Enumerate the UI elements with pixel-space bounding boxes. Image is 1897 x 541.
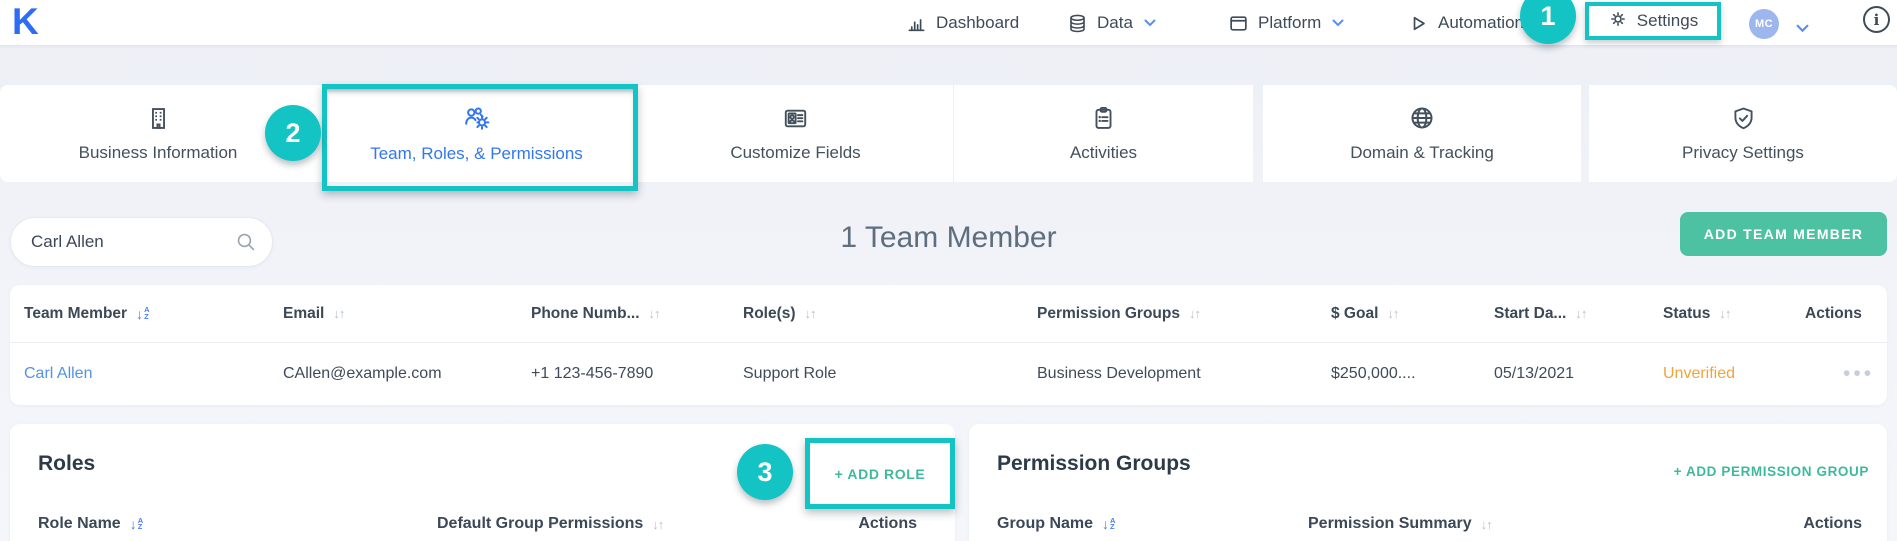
- tab-label: Privacy Settings: [1682, 142, 1804, 162]
- database-icon: [1067, 13, 1088, 34]
- nav-item-label: Platform: [1258, 13, 1322, 32]
- permission-groups-title: Permission Groups: [997, 452, 1191, 475]
- app-logo[interactable]: K: [12, 1, 39, 43]
- info-icon[interactable]: i: [1863, 6, 1890, 33]
- sort-icon: ↓ ↑: [1188, 306, 1201, 321]
- team-member-name-link[interactable]: Carl Allen: [24, 365, 92, 382]
- roles-header-row: Role Name ↓ A Z Default Group Permissions …: [10, 504, 955, 541]
- tab-label: Team, Roles, & Permissions: [370, 143, 583, 163]
- sort-icon: ↓ ↑: [1575, 306, 1588, 321]
- sort-icon: ↓ ↑: [1480, 516, 1493, 532]
- team-members-table: Team Member ↓ A Z Email ↓ ↑ Phone Numb... ↓…: [10, 285, 1887, 405]
- cell-permission-groups: Business Development: [1037, 365, 1201, 382]
- tab-team-roles-permissions[interactable]: Team, Roles, & Permissions: [316, 85, 637, 182]
- tab-label: Domain & Tracking: [1350, 143, 1494, 162]
- sort-az-icon: ↓ A Z: [136, 305, 150, 322]
- sort-icon: ↓ ↑: [648, 306, 661, 321]
- nav-item-automations[interactable]: Automations: [1408, 0, 1533, 46]
- chevron-down-icon: [1144, 19, 1156, 27]
- column-header-email[interactable]: Email ↓ ↑: [283, 305, 531, 323]
- clipboard-icon: [1090, 105, 1117, 132]
- roles-title: Roles: [38, 452, 96, 475]
- column-header-phone[interactable]: Phone Numb... ↓ ↑: [531, 305, 743, 323]
- id-card-icon: [782, 105, 809, 132]
- column-header-actions: Actions: [1803, 515, 1862, 532]
- annotation-box-3: + ADD ROLE: [805, 438, 955, 509]
- avatar[interactable]: MC: [1749, 9, 1779, 39]
- permission-groups-header-row: Group Name ↓ A Z Permission Summary ↓ ↑ Act…: [969, 504, 1887, 541]
- sort-icon: ↓ ↑: [333, 306, 346, 321]
- nav-item-label: Data: [1097, 13, 1133, 32]
- add-permission-group-button[interactable]: + ADD PERMISSION GROUP: [1674, 464, 1869, 479]
- column-header-team-member[interactable]: Team Member ↓ A Z: [10, 305, 283, 323]
- sort-icon: ↓ ↑: [652, 516, 665, 532]
- column-header-actions: Actions: [1805, 304, 1862, 322]
- column-header-goal[interactable]: $ Goal ↓ ↑: [1331, 305, 1494, 323]
- nav-item-dashboard[interactable]: Dashboard: [906, 0, 1019, 46]
- tab-privacy-settings[interactable]: Privacy Settings: [1589, 85, 1897, 182]
- tab-domain-tracking[interactable]: Domain & Tracking: [1263, 85, 1581, 182]
- window-icon: [1228, 13, 1249, 34]
- column-header-default-group-permissions[interactable]: Default Group Permissions ↓ ↑: [437, 515, 855, 533]
- column-header-role-name[interactable]: Role Name ↓ A Z: [38, 515, 437, 533]
- column-header-actions: Actions: [858, 515, 917, 532]
- shield-check-icon: [1730, 105, 1757, 132]
- sort-icon: ↓ ↑: [804, 306, 817, 321]
- cell-start-date: 05/13/2021: [1494, 365, 1575, 382]
- tab-activities[interactable]: Activities: [953, 85, 1253, 182]
- column-header-permission-groups[interactable]: Permission Groups ↓ ↑: [1037, 305, 1331, 323]
- chevron-down-icon: [1332, 19, 1344, 27]
- table-header-row: Team Member ↓ A Z Email ↓ ↑ Phone Numb... ↓…: [10, 285, 1887, 343]
- gear-icon: [1608, 9, 1628, 34]
- sort-icon: ↓ ↑: [1719, 306, 1732, 321]
- globe-icon: [1408, 104, 1436, 132]
- sort-az-icon: ↓ A Z: [129, 515, 144, 532]
- nav-item-label: Automations: [1438, 13, 1533, 32]
- nav-item-settings[interactable]: Settings: [1585, 2, 1721, 40]
- annotation-badge-2: 2: [265, 105, 321, 161]
- sort-icon: ↓ ↑: [1387, 306, 1400, 321]
- annotation-badge-3: 3: [737, 444, 793, 500]
- permission-groups-section: Permission Groups + ADD PERMISSION GROUP…: [969, 424, 1887, 541]
- nav-item-label: Dashboard: [936, 13, 1020, 32]
- cell-roles: Support Role: [743, 365, 837, 382]
- tab-label: Activities: [1069, 142, 1138, 162]
- chevron-down-icon[interactable]: [1796, 20, 1809, 38]
- nav-item-data[interactable]: Data: [1067, 0, 1156, 46]
- table-row: Carl Allen CAllen@example.com +1 123-456…: [10, 343, 1887, 405]
- nav-item-platform[interactable]: Platform: [1228, 0, 1344, 46]
- bar-chart-icon: [906, 13, 927, 34]
- column-header-permission-summary[interactable]: Permission Summary ↓ ↑: [1308, 515, 1738, 533]
- sort-az-icon: ↓ A Z: [1102, 515, 1116, 532]
- column-header-roles[interactable]: Role(s) ↓ ↑: [743, 305, 1037, 323]
- building-icon: [145, 105, 172, 132]
- row-actions-menu-icon[interactable]: •••: [1805, 362, 1887, 386]
- column-header-status[interactable]: Status ↓ ↑: [1663, 305, 1805, 323]
- team-gear-icon: [462, 104, 491, 133]
- cell-email: CAllen@example.com: [283, 365, 442, 382]
- cell-phone: +1 123-456-7890: [531, 365, 654, 382]
- status-badge: Unverified: [1663, 365, 1736, 382]
- tab-label: Customize Fields: [730, 142, 861, 162]
- add-role-button[interactable]: + ADD ROLE: [835, 466, 926, 482]
- cell-goal: $250,000....: [1331, 365, 1416, 382]
- page-title: 1 Team Member: [840, 221, 1057, 254]
- play-icon: [1408, 13, 1429, 34]
- column-header-group-name[interactable]: Group Name ↓ A Z: [997, 515, 1308, 533]
- column-header-start-date[interactable]: Start Da... ↓ ↑: [1494, 305, 1663, 323]
- nav-item-label: Settings: [1636, 11, 1699, 30]
- app-root: K Dashboard Data Platform Automations MC…: [0, 0, 1897, 541]
- add-team-member-button[interactable]: ADD TEAM MEMBER: [1680, 212, 1887, 256]
- tab-customize-fields[interactable]: Customize Fields: [637, 85, 953, 182]
- tab-label: Business Information: [78, 142, 238, 162]
